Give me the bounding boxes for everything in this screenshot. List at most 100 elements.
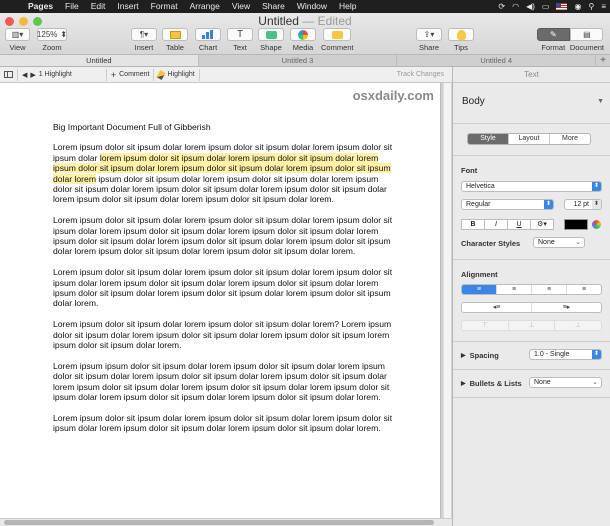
search-icon[interactable]: ⚲ — [588, 0, 594, 13]
next-highlight-icon[interactable]: ▶ — [30, 71, 35, 79]
menu-window[interactable]: Window — [291, 0, 333, 13]
align-right-icon[interactable]: ≡ — [532, 285, 567, 294]
scrollbar-thumb[interactable] — [4, 520, 434, 525]
paragraph[interactable]: Lorem ipsum dolor sit ipsum dolar lorem … — [53, 215, 398, 257]
zoom-label: Zoom — [42, 43, 62, 52]
document-body[interactable]: Big Important Document Full of Gibberish… — [53, 122, 398, 444]
tab-style[interactable]: Style — [468, 134, 509, 144]
text-label: Text — [233, 43, 247, 52]
zoom-control[interactable]: 125% ⬍ Zoom — [37, 28, 67, 52]
align-bottom-icon[interactable]: ⊥ — [555, 321, 601, 330]
font-style-value: Regular — [466, 201, 491, 208]
font-section-label: Font — [461, 166, 478, 175]
us-flag-input-icon[interactable] — [556, 3, 568, 10]
decrease-indent-icon[interactable]: ◂≡ — [462, 303, 532, 312]
menu-edit[interactable]: Edit — [85, 0, 112, 13]
character-styles-popup[interactable]: None ⌄ — [533, 237, 585, 248]
paragraph[interactable]: Lorem ipsum dolor sit ipsum dolar lorem … — [53, 267, 398, 309]
shape-icon — [265, 30, 277, 39]
bullets-popup[interactable]: None ⌄ — [529, 377, 602, 388]
share-icon: ⇪▾ — [423, 30, 435, 39]
paragraph-style-popup[interactable]: Body ▼ — [462, 96, 604, 107]
view-button[interactable]: ▥▾ View — [5, 28, 30, 52]
watermark: osxdaily.com — [352, 88, 434, 103]
chart-button[interactable]: Chart — [195, 28, 221, 52]
align-top-icon[interactable]: ⊤ — [462, 321, 509, 330]
font-family-popup[interactable]: Helvetica ⬍ — [461, 181, 602, 192]
user-icon[interactable]: ◉ — [574, 0, 581, 13]
menu-format[interactable]: Format — [145, 0, 184, 13]
document-name[interactable]: Untitled — [258, 14, 299, 28]
horizontal-scrollbar[interactable] — [0, 518, 452, 526]
underline-button[interactable]: U — [507, 219, 531, 230]
indent-control: ◂≡ ≡▸ — [461, 302, 602, 313]
increase-indent-icon[interactable]: ≡▸ — [532, 303, 601, 312]
format-button[interactable]: ✎ Format — [536, 28, 570, 52]
shape-button[interactable]: Shape — [258, 28, 284, 52]
text-button[interactable]: T Text — [227, 28, 253, 52]
font-size-field[interactable]: 12 pt ⬍ — [564, 199, 602, 210]
spacing-popup[interactable]: 1.0 - Single ⬍ — [529, 349, 602, 360]
text-box-icon: T — [236, 29, 244, 40]
paragraph[interactable]: Lorem ipsum dolor sit ipsum dolar lorem … — [53, 319, 398, 350]
alignment-section-label: Alignment — [461, 270, 498, 279]
window-title: Untitled — Edited — [0, 14, 610, 28]
divider — [453, 155, 610, 156]
text-options-button[interactable]: ⚙▾ — [530, 219, 554, 230]
vertical-scrollbar[interactable] — [443, 83, 451, 518]
menu-help[interactable]: Help — [333, 0, 362, 13]
document-heading[interactable]: Big Important Document Full of Gibberish — [53, 122, 398, 132]
document-button[interactable]: ▤ Document — [570, 28, 604, 52]
sidebar-toggle-icon[interactable] — [4, 71, 13, 78]
align-left-icon[interactable]: ≡ — [462, 285, 497, 294]
tab-untitled-3[interactable]: Untitled 3 — [199, 55, 398, 66]
spacing-disclosure[interactable]: ▶ Spacing — [461, 351, 499, 360]
align-center-icon[interactable]: ≡ — [497, 285, 532, 294]
font-size-value: 12 pt — [573, 201, 589, 208]
menu-app-pages[interactable]: Pages — [22, 0, 59, 13]
tab-untitled-4[interactable]: Untitled 4 — [397, 55, 597, 66]
comment-button[interactable]: Comment — [321, 28, 354, 52]
paragraph[interactable]: Lorem ipsum dolor sit ipsum dolar lorem … — [53, 142, 398, 204]
tips-button[interactable]: Tips — [448, 28, 474, 52]
menu-insert[interactable]: Insert — [111, 0, 144, 13]
menu-file[interactable]: File — [59, 0, 85, 13]
volume-icon[interactable]: ◀) — [526, 0, 535, 13]
previous-highlight-icon[interactable]: ◀ — [22, 71, 27, 79]
document-page[interactable]: osxdaily.com Big Important Document Full… — [0, 83, 441, 518]
wifi-icon[interactable]: ◠ — [512, 0, 519, 13]
divider — [453, 341, 610, 342]
bullets-disclosure[interactable]: ▶ Bullets & Lists — [461, 379, 522, 388]
justify-icon[interactable]: ≡ — [567, 285, 601, 294]
tab-untitled[interactable]: Untitled — [0, 55, 199, 66]
share-button[interactable]: ⇪▾ Share — [416, 28, 442, 52]
text-color-well[interactable] — [564, 219, 588, 230]
menu-view[interactable]: View — [226, 0, 256, 13]
paragraph[interactable]: Lorem ipsum ipsum dolor sit ipsum dolar … — [53, 361, 398, 403]
sync-icon[interactable]: ⟳ — [498, 0, 505, 13]
align-middle-icon[interactable]: ⊥ — [509, 321, 556, 330]
color-wheel-icon[interactable] — [592, 220, 601, 229]
add-comment-button[interactable]: + Comment — [107, 67, 154, 83]
menu-share[interactable]: Share — [256, 0, 291, 13]
table-button[interactable]: Table — [162, 28, 188, 52]
status-menus: ⟳ ◠ ◀) ▭ ◉ ⚲ ≡ — [498, 0, 606, 13]
add-tab-icon[interactable]: + — [596, 55, 610, 66]
font-style-popup[interactable]: Regular ⬍ — [461, 199, 554, 210]
highlight-button[interactable]: Highlight — [154, 67, 198, 83]
battery-icon[interactable]: ▭ — [542, 0, 550, 13]
track-changes-button[interactable]: Track Changes — [397, 71, 444, 78]
plus-icon: + — [110, 69, 117, 80]
divider — [453, 123, 610, 124]
tab-more[interactable]: More — [550, 134, 590, 144]
italic-button[interactable]: I — [484, 219, 508, 230]
bold-button[interactable]: B — [461, 219, 485, 230]
menu-arrange[interactable]: Arrange — [184, 0, 226, 13]
paragraph[interactable]: Lorem ipsum dolor sit ipsum dolar lorem … — [53, 413, 398, 434]
stepper-icon[interactable]: ⬍ — [592, 200, 601, 209]
media-button[interactable]: Media — [290, 28, 316, 52]
tab-layout[interactable]: Layout — [509, 134, 550, 144]
insert-button[interactable]: ¶▾ Insert — [131, 28, 157, 52]
notification-center-icon[interactable]: ≡ — [601, 0, 606, 13]
chevron-down-icon: ⌄ — [592, 379, 598, 386]
